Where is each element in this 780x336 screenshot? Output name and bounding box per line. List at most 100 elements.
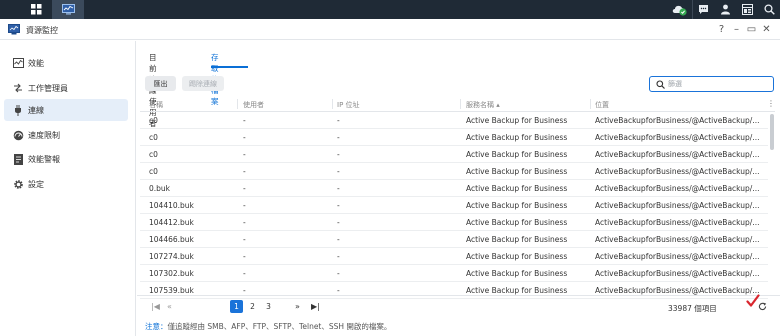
table-cell: - <box>337 235 340 244</box>
table-row[interactable]: 107302.buk - - Active Backup for Business Ac… <box>140 265 768 282</box>
sidebar-item-label: 設定 <box>28 179 44 189</box>
column-menu-icon[interactable]: ⋮ <box>767 99 775 108</box>
table-cell: ActiveBackupforBusiness/@ActiveBackup/..… <box>595 116 760 125</box>
page-button-3[interactable]: 3 <box>262 300 275 313</box>
table-cell: ActiveBackupforBusiness/@ActiveBackup/..… <box>595 286 760 295</box>
table-row[interactable]: 107274.buk - - Active Backup for Business Ac… <box>140 248 768 265</box>
prev-page-button[interactable]: « <box>167 300 172 313</box>
disconnect-button[interactable]: 踢除連線 <box>182 76 224 91</box>
column-divider <box>590 99 591 109</box>
refresh-icon[interactable] <box>758 302 767 311</box>
table-cell: - <box>337 252 340 261</box>
taskbar <box>0 0 780 19</box>
sidebar-item-speed-limit[interactable]: 速度限制 <box>4 124 128 146</box>
table-cell: Active Backup for Business <box>466 184 568 193</box>
table-cell: 107539.buk <box>149 286 194 295</box>
table-cell: ActiveBackupforBusiness/@ActiveBackup/..… <box>595 184 760 193</box>
table-cell: - <box>243 235 246 244</box>
table-cell: c0 <box>149 133 158 142</box>
sidebar-item-alerts[interactable]: 效能警報 <box>4 148 128 170</box>
page-button-2[interactable]: 2 <box>246 300 259 313</box>
table-cell: - <box>243 201 246 210</box>
sidebar-item-label: 效能 <box>28 58 44 68</box>
filter-search[interactable] <box>649 76 774 92</box>
table-cell: Active Backup for Business <box>466 252 568 261</box>
table-cell: c0 <box>149 116 158 125</box>
table-cell: - <box>243 184 246 193</box>
main-panel: 目前連線使用者 存取的檔案 匯出 踢除連線 名稱 使用者 IP 位址 服務名稱 … <box>137 41 780 336</box>
column-divider <box>332 99 333 109</box>
grid-icon <box>30 4 41 15</box>
sidebar-item-task-manager[interactable]: 工作管理員 <box>4 77 128 99</box>
alert-icon <box>12 153 24 165</box>
table-row[interactable]: c0 - - Active Backup for Business ActiveBack… <box>140 163 768 180</box>
table-cell: 107274.buk <box>149 252 194 261</box>
table-cell: c0 <box>149 167 158 176</box>
table-cell: - <box>337 201 340 210</box>
table-header: 名稱 使用者 IP 位址 服務名稱 ▴ 位置 ⋮ <box>140 96 775 112</box>
table-row[interactable]: c0 - - Active Backup for Business ActiveBack… <box>140 146 768 163</box>
column-header-location[interactable]: 位置 <box>595 100 609 110</box>
next-page-button[interactable]: » <box>295 300 300 313</box>
task-manager-icon <box>12 82 24 94</box>
table-cell: - <box>243 116 246 125</box>
global-search-button[interactable] <box>758 0 780 19</box>
connection-icon <box>12 104 24 116</box>
main-menu-button[interactable] <box>20 0 52 19</box>
table-cell: - <box>243 167 246 176</box>
table-cell: - <box>337 286 340 295</box>
table-row[interactable]: c0 - - Active Backup for Business ActiveBack… <box>140 112 768 129</box>
scrollbar-thumb[interactable] <box>770 114 774 150</box>
table-row[interactable]: c0 - - Active Backup for Business ActiveBack… <box>140 129 768 146</box>
maximize-button[interactable]: ▭ <box>744 22 759 37</box>
last-page-button[interactable]: ▶| <box>311 300 320 313</box>
table-cell: ActiveBackupforBusiness/@ActiveBackup/..… <box>595 235 760 244</box>
table-cell: - <box>243 286 246 295</box>
table-scrollbar[interactable] <box>770 112 774 289</box>
table-cell: 107302.buk <box>149 269 194 278</box>
table-row[interactable]: 104412.buk - - Active Backup for Business Ac… <box>140 214 768 231</box>
widgets-button[interactable] <box>736 0 758 19</box>
first-page-button[interactable]: |◀ <box>151 300 160 313</box>
chat-icon <box>699 5 708 14</box>
table-cell: - <box>243 150 246 159</box>
filter-input[interactable] <box>668 78 768 90</box>
taskbar-resource-monitor[interactable] <box>52 0 84 19</box>
table-cell: - <box>243 269 246 278</box>
table-row[interactable]: 104466.buk - - Active Backup for Business Ac… <box>140 231 768 248</box>
table-row[interactable]: 104410.buk - - Active Backup for Business Ac… <box>140 197 768 214</box>
table-cell: ActiveBackupforBusiness/@ActiveBackup/..… <box>595 133 760 142</box>
table-cell: ActiveBackupforBusiness/@ActiveBackup/..… <box>595 167 760 176</box>
messages-button[interactable] <box>692 0 714 19</box>
column-header-ip[interactable]: IP 位址 <box>337 100 360 110</box>
table-cell: - <box>337 184 340 193</box>
table-cell: Active Backup for Business <box>466 201 568 210</box>
user-button[interactable] <box>714 0 736 19</box>
monitor-icon <box>61 4 75 15</box>
sidebar-item-settings[interactable]: 設定 <box>4 173 128 195</box>
minimize-button[interactable]: – <box>729 22 744 37</box>
table-cell: - <box>337 269 340 278</box>
user-icon <box>720 4 730 15</box>
backup-status-button[interactable] <box>666 0 692 19</box>
sidebar-item-performance[interactable]: 效能 <box>4 52 128 74</box>
sidebar-item-connection[interactable]: 連線 <box>4 99 128 121</box>
table-cell: 104410.buk <box>149 201 194 210</box>
help-button[interactable]: ? <box>714 22 729 37</box>
export-button[interactable]: 匯出 <box>145 76 176 91</box>
item-count: 33987 個項目 <box>668 304 717 313</box>
page-button-1[interactable]: 1 <box>230 300 243 313</box>
table-cell: - <box>337 218 340 227</box>
close-button[interactable]: ✕ <box>759 22 774 37</box>
note-label: 注意： <box>145 322 168 331</box>
column-header-name[interactable]: 名稱 <box>149 100 163 110</box>
table-cell: 0.buk <box>149 184 171 193</box>
column-header-service[interactable]: 服務名稱 ▴ <box>466 100 500 110</box>
column-header-user[interactable]: 使用者 <box>243 100 264 110</box>
table-cell: ActiveBackupforBusiness/@ActiveBackup/..… <box>595 201 760 210</box>
active-tab-indicator <box>211 66 248 68</box>
table-row[interactable]: 0.buk - - Active Backup for Business ActiveB… <box>140 180 768 197</box>
speed-limit-icon <box>12 129 24 141</box>
table-cell: Active Backup for Business <box>466 286 568 295</box>
sidebar: 效能 工作管理員 連線 速度限制 效能警報 設定 <box>0 41 136 336</box>
